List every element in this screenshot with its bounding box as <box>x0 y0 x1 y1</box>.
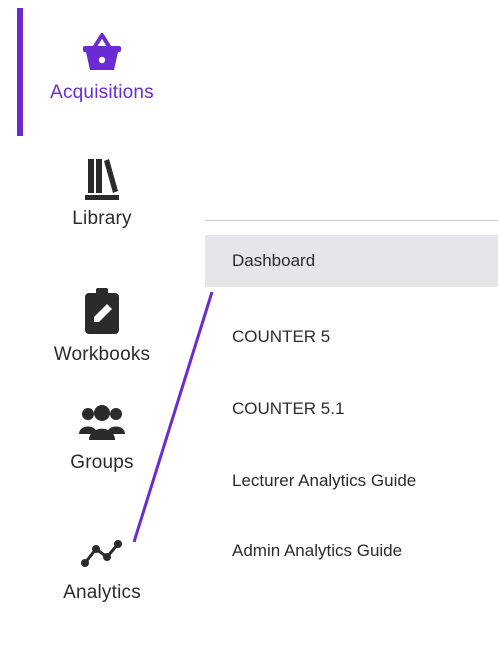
sidebar-item-acquisitions[interactable]: Acquisitions <box>17 30 187 104</box>
sidebar-item-workbooks[interactable]: Workbooks <box>17 286 187 366</box>
sidebar-nav: Acquisitions Library Workbooks Groups An… <box>0 0 200 657</box>
sidebar-item-label: Workbooks <box>53 344 151 365</box>
sidebar-item-label: Analytics <box>63 582 141 603</box>
books-icon <box>85 159 119 200</box>
submenu-item-dashboard[interactable]: Dashboard <box>205 235 498 287</box>
sidebar-item-groups[interactable]: Groups <box>17 404 187 474</box>
sidebar-item-label: Acquisitions <box>50 82 154 103</box>
clipboard-pencil-icon <box>85 288 119 334</box>
submenu-item-admin-analytics-guide[interactable]: Admin Analytics Guide <box>205 525 498 577</box>
sidebar-item-library[interactable]: Library <box>17 156 187 230</box>
trend-line-icon <box>81 540 122 567</box>
sidebar-item-label: Library <box>72 208 132 229</box>
submenu-item-lecturer-analytics-guide[interactable]: Lecturer Analytics Guide <box>205 455 498 507</box>
sidebar-item-label: Groups <box>70 452 134 473</box>
sidebar-item-analytics[interactable]: Analytics <box>17 538 187 604</box>
submenu-item-counter-5-1[interactable]: COUNTER 5.1 <box>205 383 498 435</box>
basket-icon <box>83 33 121 70</box>
users-icon <box>79 405 125 440</box>
submenu-item-counter-5[interactable]: COUNTER 5 <box>205 311 498 363</box>
analytics-submenu: Dashboard COUNTER 5 COUNTER 5.1 Lecturer… <box>205 220 498 621</box>
